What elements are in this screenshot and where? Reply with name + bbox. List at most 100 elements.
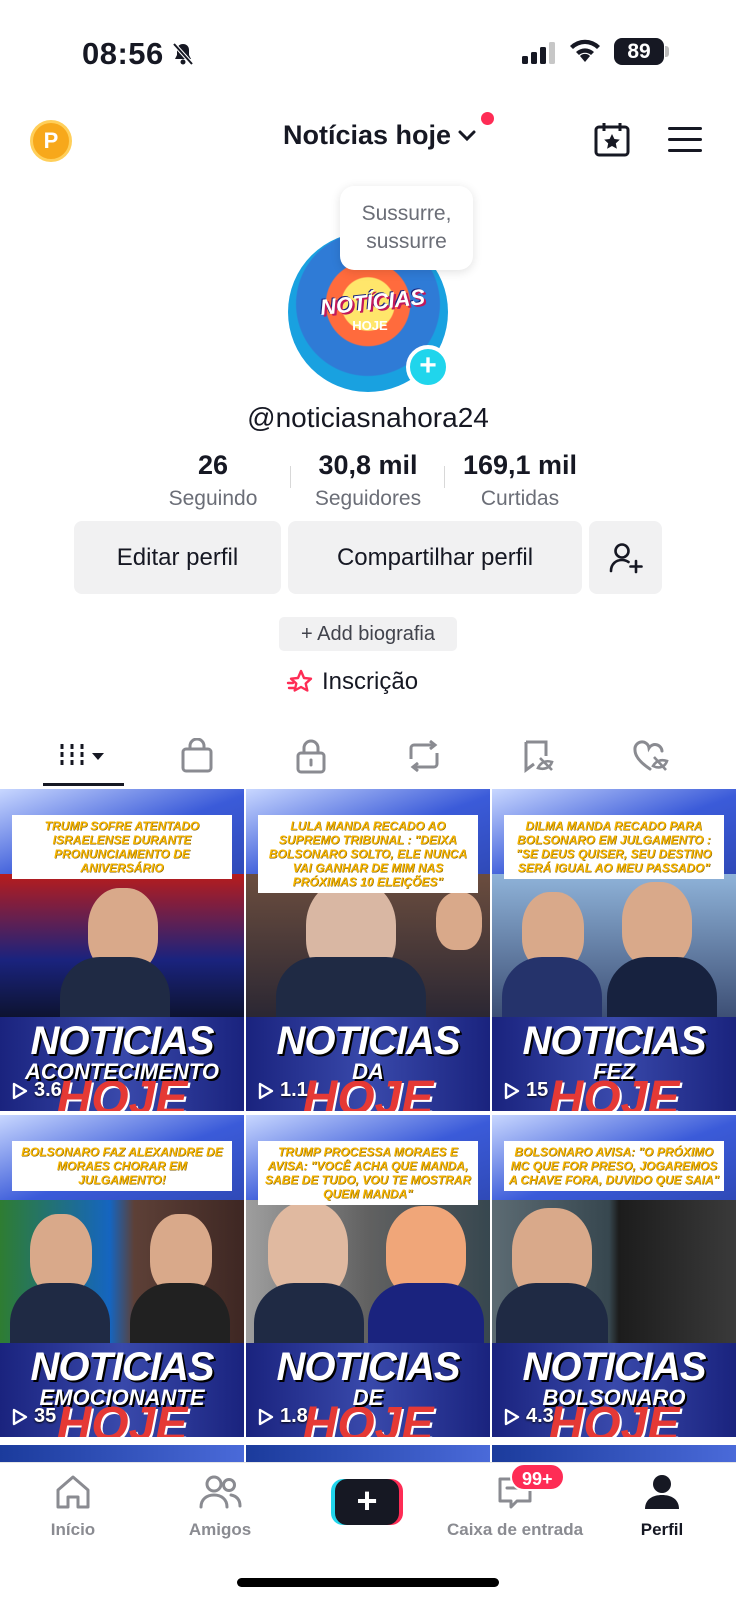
avatar-logo: NOTÍCIAS bbox=[318, 284, 427, 320]
tab-shop[interactable] bbox=[157, 728, 237, 784]
wifi-icon bbox=[570, 39, 600, 62]
account-name: Notícias hoje bbox=[283, 120, 452, 150]
nav-label: Caixa de entrada bbox=[446, 1520, 584, 1539]
nav-label: Amigos bbox=[188, 1520, 252, 1539]
hamburger-menu-icon[interactable] bbox=[668, 127, 702, 153]
play-icon bbox=[12, 1408, 28, 1425]
add-story-button[interactable]: + bbox=[406, 345, 450, 389]
chevron-down-icon bbox=[458, 130, 476, 141]
videos-grid-icon bbox=[60, 744, 104, 768]
nav-label: Início bbox=[50, 1520, 96, 1539]
video-thumbnail[interactable]: Lula manda recado ao supremo tribunal : … bbox=[246, 789, 490, 1111]
tab-reposts[interactable] bbox=[384, 728, 464, 784]
tab-saved[interactable] bbox=[498, 728, 578, 784]
create-button[interactable]: + bbox=[331, 1479, 403, 1525]
coins-button[interactable]: P bbox=[30, 120, 72, 162]
view-count-value: 15 bbox=[526, 1079, 549, 1101]
plus-icon: + bbox=[335, 1479, 399, 1525]
play-icon bbox=[258, 1408, 274, 1425]
battery-tip bbox=[665, 46, 669, 57]
thumbnail-photo bbox=[0, 1200, 244, 1343]
stat-label: Curtidas bbox=[480, 487, 560, 510]
profile-icon bbox=[645, 1475, 679, 1509]
thumbnail-photo bbox=[492, 1200, 736, 1343]
profile-tabs bbox=[0, 728, 736, 788]
play-icon bbox=[12, 1082, 28, 1099]
play-icon bbox=[258, 1082, 274, 1099]
add-bio-button[interactable]: + Add biografia bbox=[279, 617, 457, 651]
tab-private[interactable] bbox=[271, 728, 351, 784]
view-count-value: 35 bbox=[34, 1405, 57, 1427]
nav-profile[interactable]: Perfil bbox=[597, 1473, 727, 1540]
view-count-value: 3.6 bbox=[34, 1079, 62, 1101]
liked-icon bbox=[633, 740, 669, 771]
video-thumbnail[interactable]: Trump sofre atentado israelense durante … bbox=[0, 789, 244, 1111]
video-thumbnail-partial[interactable] bbox=[0, 1445, 244, 1463]
tab-videos[interactable] bbox=[44, 728, 124, 784]
banner-word: NOTICIAS bbox=[522, 1345, 706, 1389]
thumbnail-photo bbox=[246, 1200, 490, 1343]
clock: 08:56 bbox=[82, 36, 164, 71]
repost-icon bbox=[409, 739, 439, 773]
banner-word: NOTICIAS bbox=[30, 1345, 214, 1389]
notification-dot bbox=[481, 112, 494, 125]
view-count: 3.6 bbox=[12, 1079, 62, 1102]
add-user-icon bbox=[609, 542, 643, 573]
subscription-label: Inscrição bbox=[322, 668, 419, 695]
video-thumbnail[interactable]: Bolsonaro avisa: "O próximo MC que for p… bbox=[492, 1115, 736, 1437]
account-switcher[interactable]: Notícias hoje bbox=[283, 120, 477, 151]
inbox-badge: 99+ bbox=[510, 1463, 565, 1491]
video-thumbnail[interactable]: Trump processa Moraes e avisa: "Você ach… bbox=[246, 1115, 490, 1437]
view-count: 4.3 bbox=[504, 1405, 554, 1428]
stat-value: 30,8 mil bbox=[318, 450, 418, 480]
cellular-signal-icon bbox=[522, 42, 555, 64]
video-thumbnail-partial[interactable] bbox=[246, 1445, 490, 1463]
share-profile-button[interactable]: Compartilhar perfil bbox=[288, 521, 582, 594]
tab-liked[interactable] bbox=[611, 728, 691, 784]
stat-label: Seguidores bbox=[314, 487, 422, 510]
home-indicator bbox=[237, 1578, 499, 1587]
thumbnail-headline: Lula manda recado ao supremo tribunal : … bbox=[258, 815, 478, 893]
view-count: 1.1 bbox=[258, 1079, 308, 1102]
battery-indicator: 89 bbox=[614, 38, 664, 65]
edit-profile-button[interactable]: Editar perfil bbox=[74, 521, 281, 594]
subscription-link[interactable]: Inscrição bbox=[286, 668, 418, 696]
thumbnail-headline: Bolsonaro avisa: "O próximo MC que for p… bbox=[504, 1141, 724, 1191]
thumbnail-photo bbox=[246, 874, 490, 1017]
status-bar: 08:56 89 bbox=[0, 0, 736, 100]
bell-muted-icon bbox=[172, 42, 194, 66]
view-count-value: 4.3 bbox=[526, 1405, 554, 1427]
play-icon bbox=[504, 1408, 520, 1425]
view-count: 1.8 bbox=[258, 1405, 308, 1428]
shop-bag-icon bbox=[181, 738, 213, 773]
banner-word: NOTICIAS bbox=[276, 1019, 460, 1063]
thumbnail-photo bbox=[0, 874, 244, 1017]
stat-value: 26 bbox=[197, 450, 229, 480]
add-friend-button[interactable] bbox=[589, 521, 662, 594]
thumbnail-headline: Trump sofre atentado israelense durante … bbox=[12, 815, 232, 879]
video-thumbnail[interactable]: Bolsonaro faz Alexandre de Moraes chorar… bbox=[0, 1115, 244, 1437]
thumbnail-headline: Bolsonaro faz Alexandre de Moraes chorar… bbox=[12, 1141, 232, 1191]
banner-word: NOTICIAS bbox=[276, 1345, 460, 1389]
nav-home[interactable]: Início bbox=[8, 1473, 138, 1540]
stat-following[interactable]: 26 Seguindo bbox=[163, 450, 263, 511]
thumbnail-headline: Trump processa Moraes e avisa: "Você ach… bbox=[258, 1141, 478, 1205]
video-thumbnail[interactable]: Dilma manda recado para Bolsonaro em jul… bbox=[492, 789, 736, 1111]
stat-followers[interactable]: 30,8 mil Seguidores bbox=[303, 450, 433, 511]
view-count-value: 1.1 bbox=[280, 1079, 308, 1101]
nav-label: Perfil bbox=[640, 1520, 684, 1539]
nav-friends[interactable]: Amigos bbox=[155, 1473, 285, 1540]
stat-likes[interactable]: 169,1 mil Curtidas bbox=[455, 450, 585, 511]
saved-icon bbox=[524, 740, 554, 773]
status-bubble[interactable]: Sussurre, sussurre bbox=[340, 186, 473, 270]
lock-icon bbox=[296, 739, 326, 774]
play-icon bbox=[504, 1082, 520, 1099]
calendar-star-icon[interactable] bbox=[593, 122, 631, 158]
home-icon bbox=[56, 1475, 90, 1509]
stat-label: Seguindo bbox=[168, 487, 258, 510]
thumbnail-photo bbox=[492, 874, 736, 1017]
friends-icon bbox=[199, 1475, 242, 1509]
subscription-star-icon bbox=[286, 669, 313, 692]
stat-divider bbox=[444, 466, 445, 488]
video-thumbnail-partial[interactable] bbox=[492, 1445, 736, 1463]
